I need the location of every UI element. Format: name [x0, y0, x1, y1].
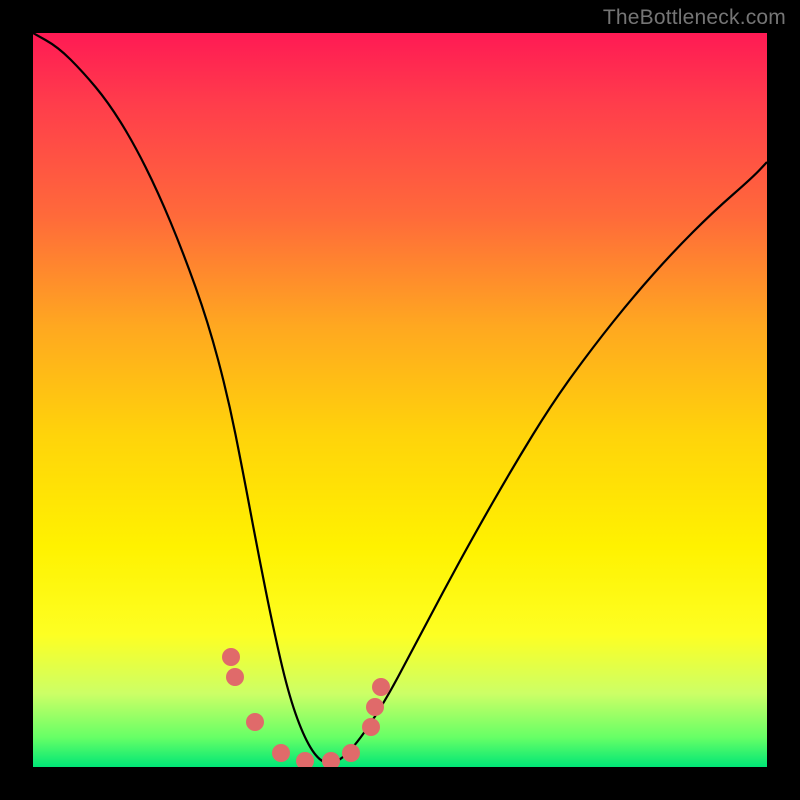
marker-dot	[246, 713, 264, 731]
marker-dot	[322, 752, 340, 767]
main-curve	[33, 33, 767, 763]
marker-dot	[362, 718, 380, 736]
marker-group	[222, 648, 390, 767]
marker-dot	[272, 744, 290, 762]
plot-area	[33, 33, 767, 767]
marker-dot	[296, 752, 314, 767]
marker-dot	[372, 678, 390, 696]
marker-dot	[222, 648, 240, 666]
watermark-text: TheBottleneck.com	[603, 6, 786, 30]
chart-frame: TheBottleneck.com	[0, 0, 800, 800]
marker-dot	[342, 744, 360, 762]
chart-svg	[33, 33, 767, 767]
marker-dot	[226, 668, 244, 686]
marker-dot	[366, 698, 384, 716]
